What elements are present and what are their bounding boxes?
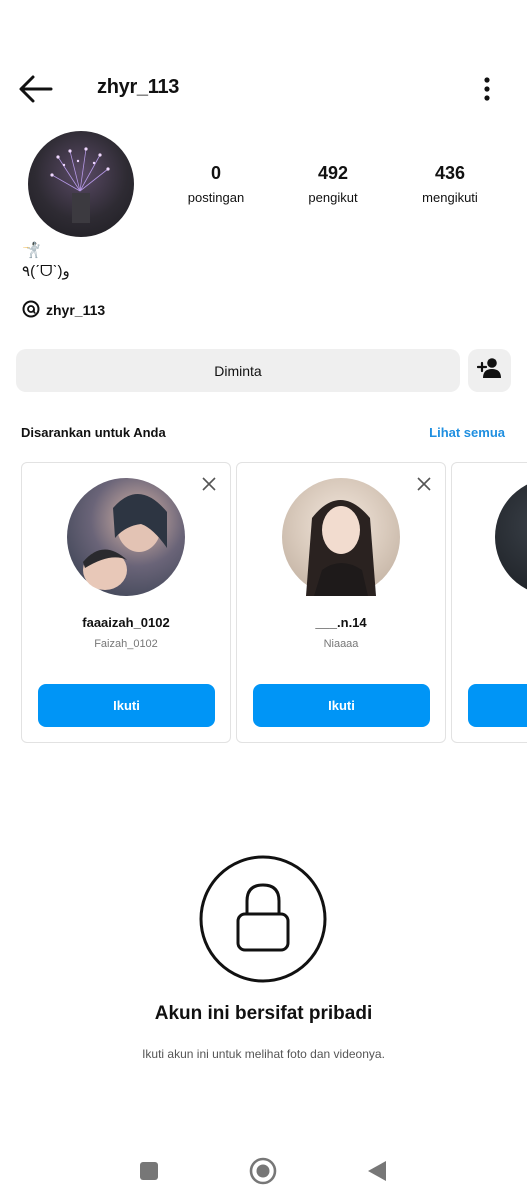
- back-triangle-icon[interactable]: [362, 1156, 392, 1186]
- recent-apps-icon[interactable]: [134, 1156, 164, 1186]
- suggestion-avatar[interactable]: [282, 478, 400, 596]
- suggestions-title: Disarankan untuk Anda: [21, 425, 166, 440]
- requested-button[interactable]: Diminta: [16, 349, 460, 392]
- close-icon[interactable]: [200, 475, 218, 493]
- stat-following[interactable]: 436 mengikuti: [395, 163, 505, 205]
- profile-bio: 🤺 ٩(ˊᗜˋ)و: [22, 240, 70, 282]
- system-nav-bar: [0, 1150, 527, 1190]
- posts-label: postingan: [187, 190, 245, 205]
- suggestion-username: ___.n.14: [315, 615, 367, 630]
- stat-posts: 0 postingan: [161, 163, 271, 205]
- suggestion-card[interactable]: ___.n.14 Niaaaa Ikuti: [236, 462, 446, 743]
- follow-button[interactable]: [468, 684, 527, 727]
- more-options-icon[interactable]: [477, 74, 497, 104]
- threads-icon: [22, 300, 40, 321]
- suggestion-avatar[interactable]: [495, 478, 527, 596]
- following-count: 436: [434, 163, 466, 183]
- suggestion-avatar[interactable]: [67, 478, 185, 596]
- followers-count: 492: [317, 163, 349, 183]
- suggestion-name: Niaaaa: [323, 638, 359, 650]
- bio-emoji: 🤺: [22, 242, 41, 259]
- private-account-subtitle: Ikuti akun ini untuk melihat foto dan vi…: [142, 1047, 385, 1061]
- add-person-icon: [476, 357, 503, 384]
- follow-button[interactable]: Ikuti: [38, 684, 215, 727]
- profile-avatar[interactable]: [28, 131, 134, 237]
- suggestion-card[interactable]: [451, 462, 527, 743]
- suggestion-card[interactable]: faaaizah_0102 Faizah_0102 Ikuti: [21, 462, 231, 743]
- top-bar: zhyr_113: [0, 62, 527, 116]
- profile-username: zhyr_113: [97, 76, 180, 98]
- bio-text: ٩(ˊᗜˋ)و: [22, 263, 70, 280]
- lock-icon: [199, 855, 327, 983]
- followers-label: pengikut: [308, 190, 358, 205]
- suggestion-name: Faizah_0102: [94, 638, 158, 650]
- follow-button[interactable]: Ikuti: [253, 684, 430, 727]
- stat-followers[interactable]: 492 pengikut: [278, 163, 388, 205]
- home-icon[interactable]: [248, 1156, 278, 1186]
- see-all-link[interactable]: Lihat semua: [429, 425, 505, 440]
- threads-handle: zhyr_113: [46, 302, 106, 318]
- add-person-button[interactable]: [468, 349, 511, 392]
- private-account-title: Akun ini bersifat pribadi: [154, 1003, 373, 1024]
- threads-link[interactable]: zhyr_113: [22, 298, 105, 322]
- posts-count: 0: [210, 163, 221, 183]
- suggestion-username: faaaizah_0102: [82, 615, 170, 630]
- following-label: mengikuti: [422, 190, 478, 205]
- back-arrow-icon[interactable]: [18, 72, 58, 106]
- close-icon[interactable]: [415, 475, 433, 493]
